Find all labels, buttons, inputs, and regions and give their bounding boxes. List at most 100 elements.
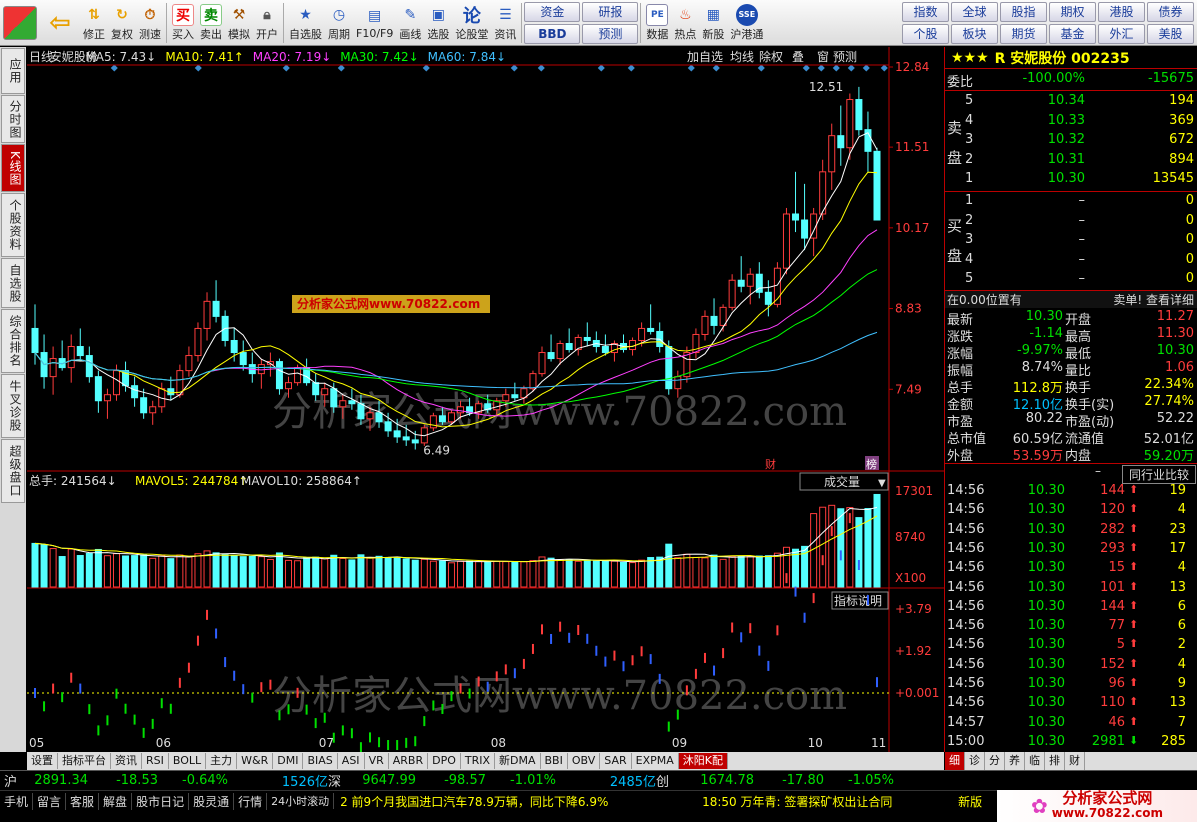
status-stock-ling[interactable]: 股灵通 (189, 792, 235, 810)
status-diary[interactable]: 股市日记 (132, 792, 190, 810)
kline-chart-area[interactable]: 日线 安妮股份 MA5: 7.43↓ MA10: 7.41↑ MA20: 7.19↓ MA… (27, 47, 944, 752)
status-message[interactable]: 留言 (33, 792, 67, 810)
indicator-tab[interactable]: TRIX (461, 753, 496, 769)
status-analysis[interactable]: 解盘 (99, 792, 133, 810)
sell-icon: 卖 (200, 3, 222, 26)
hk-connect-button[interactable]: SSE 沪港通 (727, 1, 766, 45)
market-funds[interactable]: 基金 (1049, 23, 1096, 44)
quote-tab[interactable]: 临 (1025, 752, 1045, 770)
back-button[interactable]: ⇦ (40, 1, 80, 45)
news-headline-1[interactable]: 2 前9个月我国进口汽车78.9万辆，同比下降6.9% (340, 793, 690, 810)
quote-tab[interactable]: 排 (1045, 752, 1065, 770)
market-us[interactable]: 美股 (1147, 23, 1194, 44)
status-quotes[interactable]: 行情 (234, 792, 268, 810)
indicator-tab[interactable]: 指标平台 (58, 753, 111, 769)
market-hk[interactable]: 港股 (1098, 1, 1145, 22)
forum-button[interactable]: 论论股堂 (452, 1, 491, 45)
stock-select-button[interactable]: ▣ 选股 (424, 1, 452, 45)
indicator-tab[interactable]: ASI (338, 753, 365, 769)
stat-row: 涨幅 -9.97% 最低 10.30 (945, 343, 1197, 362)
toolbar-button-3[interactable]: ↻ 复权 (108, 1, 136, 45)
status-service[interactable]: 客服 (66, 792, 100, 810)
indicator-tab[interactable]: 设置 (27, 753, 58, 769)
sidenav-watchlist[interactable]: 自选股 (1, 258, 25, 308)
indicator-tab[interactable]: RSI (142, 753, 169, 769)
sidenav-apps[interactable]: 应用 (1, 48, 25, 94)
sidenav-diagnose[interactable]: 牛叉诊股 (1, 374, 25, 438)
sidenav-timeshare[interactable]: 分时图 (1, 95, 25, 143)
indicator-tab[interactable]: BBI (541, 753, 568, 769)
news-headline-2[interactable]: 18:50 万年青: 签署探矿权出让合同 (702, 793, 952, 810)
detail-link[interactable]: 卖单! 查看详细 (1113, 291, 1194, 308)
candle (837, 135, 845, 149)
tick-time: 14:56 (947, 637, 985, 653)
compare-button[interactable]: 同行业比较 (1121, 465, 1196, 484)
market-futures-index[interactable]: 股指 (1000, 1, 1047, 22)
new-stock-button[interactable]: ▦ 新股 (699, 1, 727, 45)
cycle-button[interactable]: ◷ 周期 (325, 1, 353, 45)
indicator-tab[interactable]: OBV (568, 753, 601, 769)
open-account-button[interactable]: 🔒︎ 开户 (253, 1, 281, 45)
status-rolling[interactable]: 24小时滚动 (267, 793, 335, 809)
forecast-button[interactable]: 预测 (582, 23, 639, 44)
data-button[interactable]: PE 数据 (643, 1, 671, 45)
quote-tab[interactable]: 分 (985, 752, 1005, 770)
status-mobile[interactable]: 手机 (0, 792, 34, 810)
watchlist-button[interactable]: ★ 自选股 (286, 1, 325, 45)
indicator-tab[interactable]: ARBR (389, 753, 429, 769)
kline-chart-svg[interactable]: 日线安妮股份MA5: 7.43↓ MA10: 7.41↑ MA20: 7.19↓ MA… (27, 47, 944, 752)
market-bonds[interactable]: 债券 (1147, 1, 1194, 22)
sidenav-kline[interactable]: K线图 (1, 144, 25, 192)
market-options[interactable]: 期权 (1049, 1, 1096, 22)
event-marker-icon (537, 64, 545, 72)
sell-button[interactable]: 卖卖出 (197, 1, 225, 45)
market-index[interactable]: 指数 (902, 1, 949, 22)
market-sectors[interactable]: 板块 (951, 23, 998, 44)
market-global[interactable]: 全球 (951, 1, 998, 22)
market-futures[interactable]: 期货 (1000, 23, 1047, 44)
indicator-tab[interactable]: 主力 (206, 753, 238, 769)
candle (411, 439, 419, 444)
sidenav-ranking[interactable]: 综合排名 (1, 309, 25, 373)
indicator-tab[interactable]: SAR (600, 753, 632, 769)
indicator-tab[interactable]: BIAS (303, 753, 338, 769)
toolbar-button-0[interactable] (0, 1, 40, 45)
indicator-tab[interactable]: 资讯 (111, 753, 142, 769)
market-stocks[interactable]: 个股 (902, 23, 949, 44)
toolbar-button-2[interactable]: ⇅ 修正 (80, 1, 108, 45)
fund-button[interactable]: 资金 (524, 1, 581, 22)
buy-button[interactable]: 买买入 (169, 1, 197, 45)
date-axis-label: 05 (29, 736, 44, 750)
indicator-tab[interactable]: EXPMA (632, 753, 679, 769)
toolbar-button-4[interactable]: ⏱ 测速 (136, 1, 164, 45)
sidenav-profile[interactable]: 个股资料 (1, 193, 25, 257)
indicator-tab[interactable]: 新DMA (495, 753, 541, 769)
hot-button[interactable]: ♨ 热点 (671, 1, 699, 45)
indicator-tab[interactable]: BOLL (169, 753, 207, 769)
buy-price: – (1078, 212, 1086, 228)
research-button[interactable]: 研报 (582, 1, 639, 22)
toolbar-label: 模拟 (228, 27, 250, 41)
bbd-button[interactable]: BBD (524, 23, 581, 44)
quote-tab[interactable]: 养 (1005, 752, 1025, 770)
news-headline-3[interactable]: 新版 (958, 793, 982, 810)
market-forex[interactable]: 外汇 (1098, 23, 1145, 44)
sidenav-level2[interactable]: 超级盘口 (1, 439, 25, 503)
news-button[interactable]: ☰ 资讯 (491, 1, 519, 45)
quote-tab[interactable]: 诊 (965, 752, 985, 770)
quote-tab[interactable]: 财 (1065, 752, 1085, 770)
candle (239, 352, 247, 366)
quote-tab[interactable]: 细 (945, 752, 965, 770)
simulate-button[interactable]: ⚒ 模拟 (225, 1, 253, 45)
candle (438, 415, 446, 423)
indicator-tab[interactable]: 沐阳K配 (678, 753, 728, 769)
tick-volume: 5 (1116, 637, 1125, 653)
volume-bar (312, 556, 320, 588)
quote-tabs: 细诊分养临排财 (945, 752, 1197, 770)
indicator-tab[interactable]: W&R (237, 753, 274, 769)
f10-button[interactable]: ▤ F10/F9 (353, 1, 396, 45)
indicator-tab[interactable]: VR (365, 753, 389, 769)
draw-line-button[interactable]: ✎ 画线 (396, 1, 424, 45)
indicator-tab[interactable]: DPO (428, 753, 461, 769)
indicator-tab[interactable]: DMI (273, 753, 304, 769)
